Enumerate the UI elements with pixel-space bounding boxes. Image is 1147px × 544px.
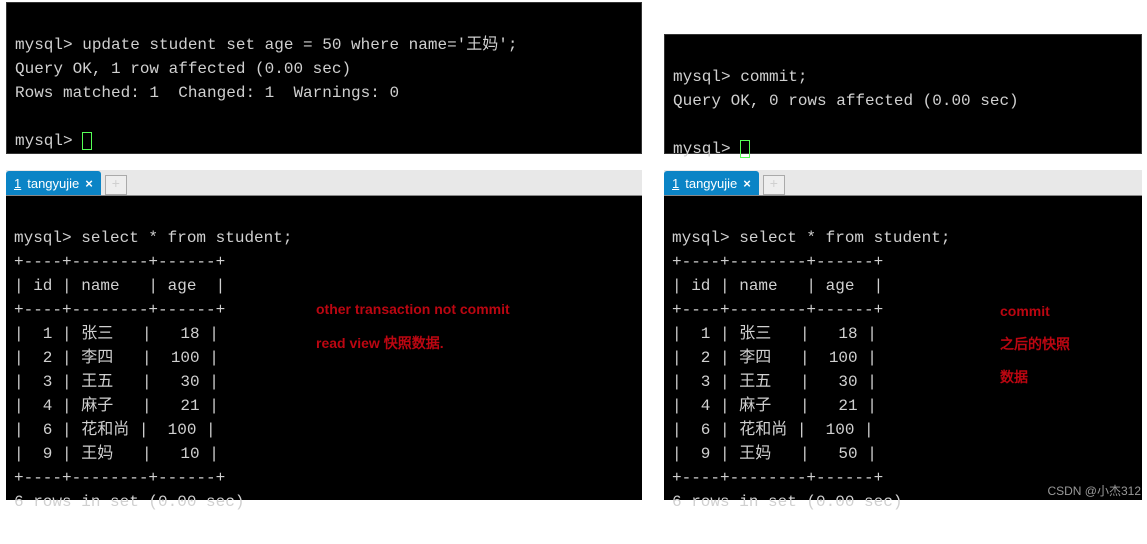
terminal-right-top: mysql> commit; Query OK, 0 rows affected… — [664, 34, 1142, 154]
table-sep: +----+--------+------+ — [14, 253, 225, 271]
table-row: | 6 | 花和尚 | 100 | — [672, 421, 874, 439]
tab-close-icon[interactable]: × — [743, 176, 751, 191]
tab-bar: 1 tangyujie × + — [664, 170, 1142, 196]
table-head: | id | name | age | — [672, 277, 883, 295]
annotation-left-1: other transaction not commit — [316, 301, 510, 317]
mysql-prompt[interactable]: mysql> — [15, 132, 82, 150]
table-row: | 9 | 王妈 | 50 | — [672, 445, 877, 463]
tab-close-icon[interactable]: × — [85, 176, 93, 191]
tab-num: 1 — [672, 176, 679, 191]
sql-select-line: mysql> select * from student; — [14, 229, 292, 247]
table-sep: +----+--------+------+ — [672, 253, 883, 271]
table-row: | 1 | 张三 | 18 | — [14, 325, 219, 343]
tab-tangyujie[interactable]: 1 tangyujie × — [664, 171, 759, 195]
cursor-icon — [82, 132, 92, 150]
mysql-prompt[interactable]: mysql> — [673, 140, 740, 158]
annotation-right-3: 数据 — [1000, 365, 1028, 390]
table-row: | 3 | 王五 | 30 | — [672, 373, 877, 391]
table-row: | 4 | 麻子 | 21 | — [14, 397, 219, 415]
sql-select-line: mysql> select * from student; — [672, 229, 950, 247]
annotation-right-2: 之后的快照 — [1000, 332, 1070, 357]
rows-in-set: 6 rows in set (0.00 sec) — [672, 493, 902, 511]
terminal-output: mysql> update student set age = 50 where… — [7, 3, 641, 183]
tab-tangyujie[interactable]: 1 tangyujie × — [6, 171, 101, 195]
query-ok-line: Query OK, 1 row affected (0.00 sec) — [15, 60, 351, 78]
query-ok-line: Query OK, 0 rows affected (0.00 sec) — [673, 92, 1019, 110]
table-head: | id | name | age | — [14, 277, 225, 295]
annotation-left-2: read view 快照数据. — [316, 333, 444, 353]
tab-bar: 1 tangyujie × + — [6, 170, 642, 196]
table-row: | 2 | 李四 | 100 | — [672, 349, 877, 367]
table-row: | 1 | 张三 | 18 | — [672, 325, 877, 343]
table-row: | 3 | 王五 | 30 | — [14, 373, 219, 391]
tab-num: 1 — [14, 176, 21, 191]
rows-in-set: 6 rows in set (0.00 sec) — [14, 493, 244, 511]
terminal-output: mysql> commit; Query OK, 0 rows affected… — [665, 35, 1141, 191]
table-sep: +----+--------+------+ — [672, 469, 883, 487]
tab-add-button[interactable]: + — [763, 175, 785, 195]
table-row: | 9 | 王妈 | 10 | — [14, 445, 219, 463]
terminal-right-bottom: 1 tangyujie × + mysql> select * from stu… — [664, 170, 1142, 500]
rows-matched-line: Rows matched: 1 Changed: 1 Warnings: 0 — [15, 84, 399, 102]
table-row: | 2 | 李四 | 100 | — [14, 349, 219, 367]
tab-add-button[interactable]: + — [105, 175, 127, 195]
terminal-left-top: mysql> update student set age = 50 where… — [6, 2, 642, 154]
table-row: | 6 | 花和尚 | 100 | — [14, 421, 216, 439]
table-sep: +----+--------+------+ — [672, 301, 883, 319]
cursor-icon — [740, 140, 750, 158]
table-row: | 4 | 麻子 | 21 | — [672, 397, 877, 415]
sql-commit-line: mysql> commit; — [673, 68, 807, 86]
terminal-output: mysql> select * from student; +----+----… — [6, 196, 642, 544]
tab-label: tangyujie — [685, 176, 737, 191]
table-sep: +----+--------+------+ — [14, 469, 225, 487]
annotation-right-1: commit — [1000, 299, 1050, 324]
table-sep: +----+--------+------+ — [14, 301, 225, 319]
tab-label: tangyujie — [27, 176, 79, 191]
watermark: CSDN @小杰312 — [1047, 482, 1141, 499]
sql-update-line: mysql> update student set age = 50 where… — [15, 36, 517, 54]
